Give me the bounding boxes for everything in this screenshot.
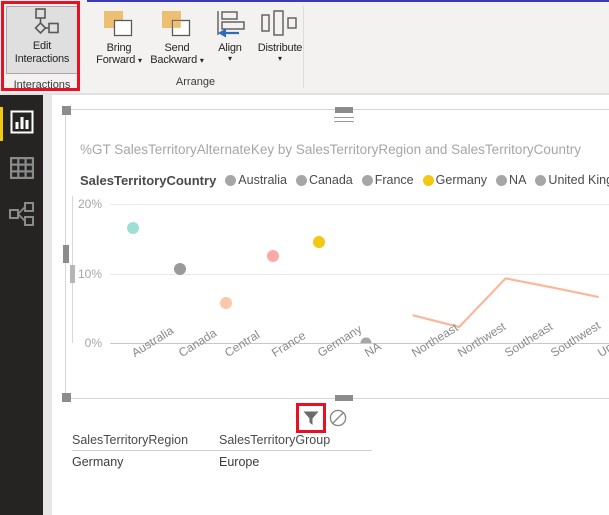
chart-data-point[interactable] [313, 236, 326, 249]
distribute-button[interactable]: Distribute ▾ [255, 6, 305, 78]
table-row: Germany Europe [72, 451, 372, 469]
legend-item-na[interactable]: NA [496, 173, 526, 187]
legend-label: Australia [238, 173, 287, 187]
sidebar-item-model-view[interactable] [5, 199, 39, 233]
left-navigation-bar [0, 95, 43, 515]
legend-marker-icon [496, 174, 508, 186]
bring-forward-icon [102, 6, 136, 42]
sidebar-item-report-view[interactable] [5, 107, 39, 141]
chevron-down-icon[interactable]: ▾ [200, 56, 204, 65]
table-header-row: SalesTerritoryRegion SalesTerritoryGroup [72, 433, 372, 451]
arrange-group-label: Arrange [175, 76, 216, 88]
scatter-chart-visual[interactable]: %GT SalesTerritoryAlternateKey by SalesT… [62, 106, 609, 402]
column-header-sales-territory-region: SalesTerritoryRegion [72, 433, 219, 451]
edit-interactions-label-line1: Edit [32, 40, 52, 52]
chart-legend[interactable]: SalesTerritoryCountry Australia Canada F… [80, 171, 609, 189]
relationships-icon [9, 201, 35, 231]
resize-handle-top[interactable] [334, 107, 353, 113]
send-backward-label-text: Backward [150, 54, 197, 66]
legend-marker-icon [422, 174, 434, 186]
funnel-filter-icon[interactable] [299, 406, 323, 430]
legend-label: Germany [435, 173, 488, 187]
legend-marker-icon [535, 174, 547, 186]
report-canvas[interactable]: %GT SalesTerritoryAlternateKey by SalesT… [52, 95, 609, 515]
send-backward-label-line2: Backward ▾ [142, 54, 212, 66]
distribute-label: Distribute [257, 42, 303, 54]
legend-marker-icon [225, 174, 237, 186]
distribute-icon [260, 6, 300, 42]
ribbon-tab-underline [87, 0, 609, 2]
visual-drag-handle[interactable] [333, 114, 354, 122]
chart-data-point[interactable] [266, 250, 279, 263]
bring-forward-label-text: Forward [96, 54, 136, 66]
legend-item-canada[interactable]: Canada [295, 173, 353, 187]
legend-label: France [374, 173, 414, 187]
bring-forward-button[interactable]: Bring Forward ▾ [88, 6, 150, 78]
legend-item-australia[interactable]: Australia [225, 173, 287, 187]
active-view-indicator [0, 107, 3, 141]
edit-interactions-label-line2: Interactions [14, 53, 70, 65]
table-grid-icon [9, 156, 35, 184]
legend-item-france[interactable]: France [361, 173, 414, 187]
chevron-down-icon[interactable]: ▾ [278, 54, 282, 63]
legend-marker-icon [361, 174, 373, 186]
resize-handle-top-left[interactable] [62, 106, 71, 115]
cell-region-value: Germany [72, 455, 124, 469]
chart-plot-area[interactable]: 0% 10% 20% Australia Canada Central France Germ… [66, 196, 609, 399]
chart-data-point[interactable] [173, 263, 186, 276]
no-entry-circle-slash-icon[interactable] [328, 408, 348, 428]
legend-label: United Kingdom [548, 173, 609, 187]
legend-label: NA [509, 173, 527, 187]
sidebar-item-data-view[interactable] [5, 153, 39, 187]
legend-title: SalesTerritoryCountry [80, 172, 217, 188]
ribbon-group-interactions: Edit Interactions Interactions [3, 3, 81, 91]
interactions-group-label: Interactions [13, 79, 71, 91]
cell-group-value: Europe [219, 455, 260, 469]
legend-marker-icon [295, 174, 307, 186]
visual-title: %GT SalesTerritoryAlternateKey by SalesT… [80, 142, 581, 157]
filter-values-table: SalesTerritoryRegion SalesTerritoryGroup… [72, 433, 372, 469]
legend-item-united-kingdom[interactable]: United Kingdom [535, 173, 609, 187]
send-backward-icon [160, 6, 194, 42]
chart-data-point[interactable] [220, 297, 233, 310]
chart-data-point[interactable] [127, 222, 140, 235]
legend-item-germany[interactable]: Germany [422, 173, 488, 187]
edit-interactions-button[interactable]: Edit Interactions [6, 6, 78, 74]
align-icon [213, 6, 247, 42]
bar-chart-icon [10, 110, 34, 139]
chevron-down-icon[interactable]: ▾ [228, 54, 232, 63]
column-header-sales-territory-group: SalesTerritoryGroup [219, 433, 372, 451]
canvas-left-gutter [43, 95, 52, 515]
legend-label: Canada [308, 173, 353, 187]
visual-filter-toolbar [252, 403, 372, 433]
edit-interactions-icon [25, 7, 59, 39]
ribbon: Edit Interactions Interactions Bring For… [0, 0, 609, 95]
chart-line-series [412, 277, 599, 329]
